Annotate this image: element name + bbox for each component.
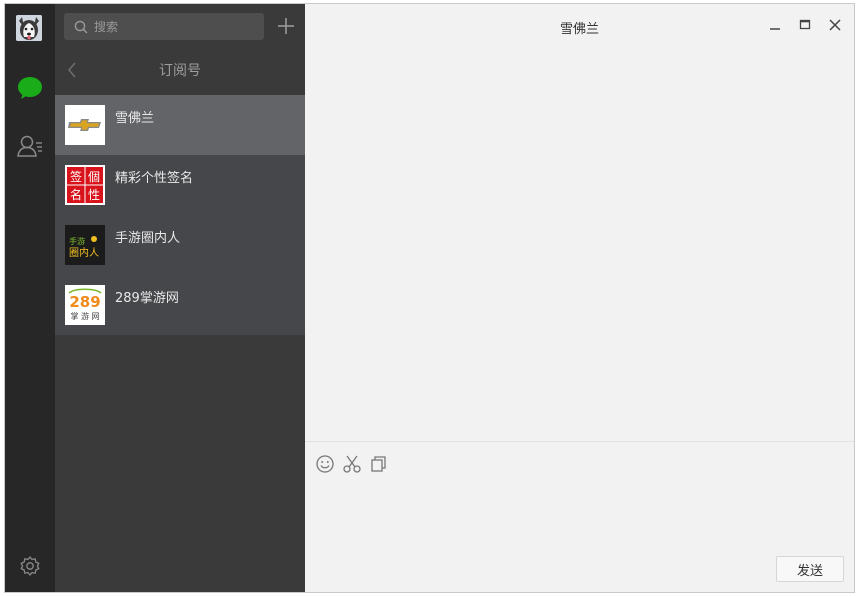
game-logo-line2: 圈内人 bbox=[69, 246, 99, 259]
message-input[interactable] bbox=[315, 480, 844, 550]
seal-char-3: 名 bbox=[70, 187, 82, 202]
search-input[interactable] bbox=[94, 19, 254, 34]
plus-icon bbox=[278, 18, 294, 34]
289-logo-text: 掌 游 网 bbox=[70, 311, 99, 321]
back-button[interactable] bbox=[67, 61, 77, 83]
emoji-button[interactable] bbox=[314, 453, 336, 475]
signature-logo: 签 個 名 性 bbox=[65, 165, 105, 205]
chevrolet-bowtie-icon bbox=[65, 105, 105, 145]
list-item-chevrolet[interactable]: 雪佛兰 bbox=[55, 95, 305, 155]
maximize-button[interactable] bbox=[796, 16, 814, 34]
add-button[interactable] bbox=[275, 15, 297, 37]
copy-icon bbox=[371, 456, 386, 472]
user-avatar[interactable] bbox=[16, 15, 42, 41]
signature-seal-icon: 签 個 名 性 bbox=[65, 165, 105, 205]
list-item-name: 精彩个性签名 bbox=[115, 171, 194, 186]
subscription-panel: 订阅号 雪佛兰 bbox=[55, 4, 305, 592]
game-insider-logo: 手游 圈内人 bbox=[65, 225, 105, 265]
seal-char-4: 性 bbox=[88, 188, 100, 202]
compose-divider bbox=[305, 441, 854, 442]
contacts-tab[interactable] bbox=[5, 130, 55, 162]
list-item-name: 雪佛兰 bbox=[115, 111, 155, 126]
screenshot-button[interactable] bbox=[341, 453, 363, 475]
scissors-icon bbox=[343, 455, 361, 473]
panel-title: 订阅号 bbox=[159, 63, 201, 79]
contacts-icon bbox=[17, 135, 42, 157]
maximize-icon bbox=[799, 19, 811, 30]
list-empty-area bbox=[55, 335, 305, 592]
chat-icon bbox=[18, 77, 42, 99]
file-button[interactable] bbox=[368, 453, 390, 475]
seal-char-2: 個 bbox=[88, 170, 100, 184]
nav-rail bbox=[5, 4, 55, 592]
minimize-button[interactable] bbox=[766, 16, 784, 34]
list-item-name: 手游圈内人 bbox=[115, 231, 181, 246]
husky-avatar-image bbox=[16, 15, 42, 41]
close-icon bbox=[829, 19, 841, 31]
game-insider-icon: 手游 圈内人 bbox=[65, 225, 105, 265]
search-icon bbox=[74, 20, 88, 34]
289-icon: 289 掌 游 网 bbox=[65, 285, 105, 325]
settings-icon bbox=[20, 556, 40, 576]
list-item-game-insider[interactable]: 手游 圈内人 手游圈内人 bbox=[55, 215, 305, 275]
send-button[interactable]: 发送 bbox=[776, 556, 844, 582]
search-box[interactable] bbox=[64, 13, 264, 40]
emoji-icon bbox=[316, 455, 334, 473]
subscription-list: 雪佛兰 签 個 名 性 精彩个性签名 手游 圈内人 手游圈内人 289 掌 游 … bbox=[55, 95, 305, 335]
wechat-window: 订阅号 雪佛兰 bbox=[4, 3, 855, 593]
close-button[interactable] bbox=[826, 16, 844, 34]
list-item-name: 289掌游网 bbox=[115, 291, 179, 306]
subscription-header: 订阅号 bbox=[55, 52, 305, 88]
settings-button[interactable] bbox=[5, 550, 55, 582]
chat-tab[interactable] bbox=[5, 72, 55, 104]
289-logo: 289 掌 游 网 bbox=[65, 285, 105, 325]
list-item-signature[interactable]: 签 個 名 性 精彩个性签名 bbox=[55, 155, 305, 215]
chevron-left-icon bbox=[68, 62, 76, 78]
game-logo-line1: 手游 bbox=[69, 236, 85, 246]
289-logo-number: 289 bbox=[69, 293, 100, 311]
chevrolet-logo bbox=[65, 105, 105, 145]
chat-pane: 雪佛兰 发送 bbox=[305, 4, 854, 592]
seal-char-1: 签 bbox=[70, 169, 82, 184]
list-item-289[interactable]: 289 掌 游 网 289掌游网 bbox=[55, 275, 305, 335]
minimize-icon bbox=[770, 28, 780, 30]
